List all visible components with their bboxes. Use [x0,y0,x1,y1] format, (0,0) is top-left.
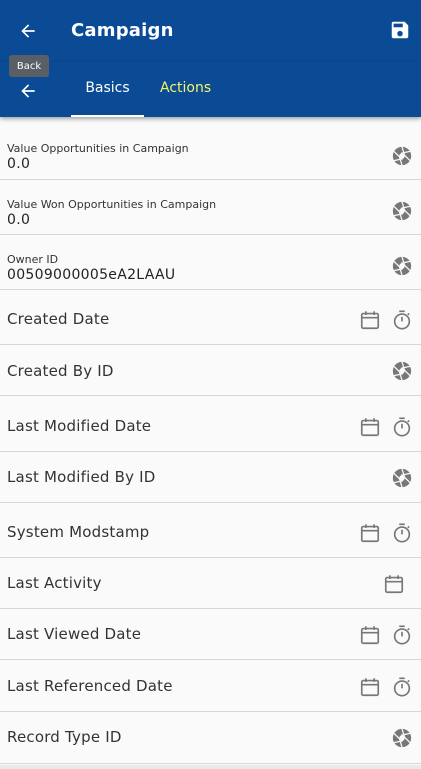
calendar-icon[interactable] [359,676,381,698]
field-label: Owner ID [7,253,59,266]
aperture-icon[interactable] [391,467,413,489]
back-button[interactable] [12,16,44,46]
aperture-icon[interactable] [391,360,413,382]
field-label: Last Viewed Date [7,625,142,643]
field-row[interactable]: Last Referenced Date [0,660,421,712]
field-row[interactable]: Record Type ID [0,712,421,764]
tab-bar: Basics Actions [0,62,421,117]
timer-icon[interactable] [391,309,413,331]
tab-back-button[interactable] [12,76,44,106]
timer-icon[interactable] [391,416,413,438]
field-row[interactable]: Value Won Opportunities in Campaign 0.0 [0,180,421,235]
field-label: Created Date [7,310,110,328]
back-tooltip: Back [9,55,49,77]
page-title: Campaign [71,20,174,41]
field-value: 0.0 [7,212,31,228]
field-row[interactable]: System Modstamp [0,503,421,558]
aperture-icon[interactable] [391,200,413,222]
field-row[interactable]: Last Modified Date [0,396,421,452]
calendar-icon[interactable] [359,309,381,331]
field-row[interactable]: Last Modified By ID [0,452,421,503]
field-label: Value Won Opportunities in Campaign [7,198,217,211]
app-bar: Campaign [0,0,421,62]
arrow-left-icon [21,24,35,38]
timer-icon[interactable] [391,522,413,544]
calendar-icon[interactable] [359,522,381,544]
aperture-icon[interactable] [391,145,413,167]
calendar-icon[interactable] [359,416,381,438]
field-row[interactable]: Owner ID 00509000005eA2LAAU [0,235,421,290]
timer-icon[interactable] [391,624,413,646]
tab-actions[interactable]: Actions [160,80,211,96]
aperture-icon[interactable] [391,727,413,749]
field-row[interactable]: Value Opportunities in Campaign 0.0 [0,124,421,180]
field-list: Value Opportunities in Campaign 0.0 Valu… [0,124,421,764]
field-row[interactable]: Last Viewed Date [0,609,421,660]
save-icon [391,21,409,39]
aperture-icon[interactable] [391,255,413,277]
timer-icon[interactable] [391,676,413,698]
field-value: 00509000005eA2LAAU [7,267,176,283]
field-row[interactable]: Last Activity [0,558,421,609]
field-label: Created By ID [7,362,114,380]
field-value: 0.0 [7,156,31,172]
field-row[interactable]: Created Date [0,290,421,345]
field-label: Last Referenced Date [7,677,173,695]
bottom-strip [0,765,421,769]
tab-basics[interactable]: Basics [71,80,144,117]
field-label: Last Activity [7,574,102,592]
field-label: Value Opportunities in Campaign [7,142,189,155]
calendar-icon[interactable] [383,573,405,595]
field-label: Record Type ID [7,728,122,746]
save-button[interactable] [387,17,413,43]
calendar-icon[interactable] [359,624,381,646]
arrow-left-icon [21,84,35,98]
field-label: System Modstamp [7,523,150,541]
field-label: Last Modified By ID [7,468,156,486]
field-label: Last Modified Date [7,417,152,435]
field-row[interactable]: Created By ID [0,345,421,396]
